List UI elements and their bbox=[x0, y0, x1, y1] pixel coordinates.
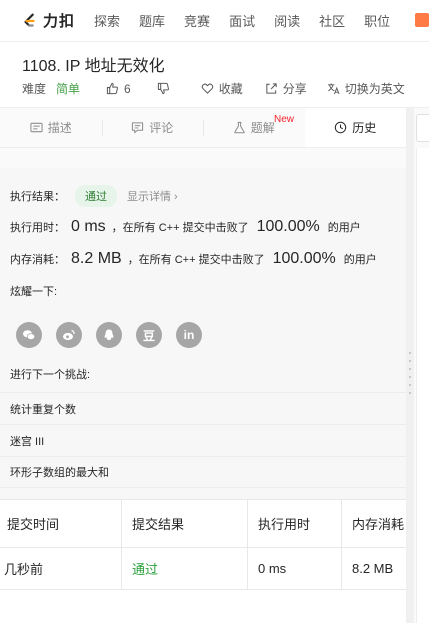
problem-tabs: 描述 评论 题解 New 历史 bbox=[0, 108, 406, 148]
nav-item-jobs[interactable]: 职位 bbox=[364, 11, 390, 30]
tab-comments-label: 评论 bbox=[149, 121, 174, 135]
nav-item-problems[interactable]: 题库 bbox=[139, 11, 165, 30]
share-icons: 豆 in bbox=[16, 322, 216, 348]
tab-description[interactable]: 描述 bbox=[0, 108, 102, 147]
row-submit-result[interactable]: 通过 bbox=[122, 548, 248, 589]
result-status-row: 执行结果： 通过 显示详情 › bbox=[10, 185, 178, 207]
tab-comments[interactable]: 评论 bbox=[101, 108, 204, 147]
share-button[interactable]: 分享 bbox=[265, 80, 307, 97]
weibo-glyph bbox=[63, 329, 75, 341]
nav-item-explore[interactable]: 探索 bbox=[94, 11, 120, 30]
splitter-handle[interactable] bbox=[409, 352, 411, 400]
douban-glyph: 豆 bbox=[142, 328, 155, 343]
share-label: 分享 bbox=[282, 82, 307, 96]
runtime-row: 执行用时： 0 ms ，在所有 C++ 提交中击败了 100.00% 的用户 bbox=[10, 218, 361, 236]
new-badge: New bbox=[274, 114, 295, 125]
runtime-value: 0 ms bbox=[71, 218, 106, 235]
leetcode-logo-icon bbox=[24, 13, 35, 27]
tab-solutions-label: 题解 bbox=[250, 121, 275, 135]
table-row[interactable]: 几秒前 通过 0 ms 8.2 MB bbox=[0, 548, 406, 590]
header-memory: 内存消耗 bbox=[352, 517, 405, 532]
comment-icon bbox=[132, 122, 144, 134]
difficulty-value: 简单 bbox=[56, 82, 81, 96]
row-runtime: 0 ms bbox=[248, 548, 342, 589]
thumbs-up-icon bbox=[106, 82, 119, 95]
problem-meta: 难度 简单 6 收藏 分享 切换为英文 bbox=[22, 80, 405, 97]
nav-item-contest[interactable]: 竞赛 bbox=[184, 11, 210, 30]
header-runtime: 执行用时 bbox=[248, 500, 342, 547]
row-submit-time: 几秒前 bbox=[0, 548, 122, 589]
runtime-text: ，在所有 C++ 提交中击败了 bbox=[111, 222, 249, 234]
weibo-icon[interactable] bbox=[56, 322, 82, 348]
nav-item-reading[interactable]: 阅读 bbox=[274, 11, 300, 30]
tab-description-label: 描述 bbox=[47, 121, 72, 135]
share-icon bbox=[266, 83, 277, 94]
flask-icon bbox=[234, 121, 245, 134]
wechat-glyph bbox=[23, 330, 36, 341]
brand-name: 力扣 bbox=[43, 13, 76, 30]
table-header: 提交时间 提交结果 执行用时 内存消耗 bbox=[0, 500, 406, 548]
memory-percent: 100.00% bbox=[272, 250, 336, 267]
next-challenge-label: 进行下一个挑战: bbox=[10, 369, 91, 381]
dislike-button[interactable] bbox=[157, 82, 175, 95]
description-icon bbox=[30, 122, 43, 133]
runtime-label: 执行用时： bbox=[10, 222, 65, 234]
memory-text: ，在所有 C++ 提交中击败了 bbox=[127, 254, 265, 266]
clock-icon bbox=[335, 121, 347, 134]
memory-row: 内存消耗： 8.2 MB ，在所有 C++ 提交中击败了 100.00% 的用户 bbox=[10, 250, 377, 268]
translate-icon bbox=[327, 83, 340, 95]
memory-value: 8.2 MB bbox=[71, 250, 122, 267]
next-challenge-item[interactable]: 环形子数组的最大和 bbox=[0, 456, 406, 488]
favorite-label: 收藏 bbox=[218, 82, 243, 96]
problem-title: 1108. IP 地址无效化 bbox=[22, 58, 165, 75]
header-submit-result: 提交结果 bbox=[122, 500, 248, 547]
runtime-suffix: 的用户 bbox=[327, 222, 361, 234]
difficulty-label: 难度 bbox=[22, 82, 47, 96]
heart-icon bbox=[201, 83, 213, 94]
code-editor[interactable] bbox=[416, 148, 429, 623]
share-label: 炫耀一下: bbox=[10, 286, 58, 298]
like-button[interactable]: 6 bbox=[106, 82, 131, 96]
nav-item-community[interactable]: 社区 bbox=[319, 11, 345, 30]
qq-icon[interactable] bbox=[96, 322, 122, 348]
wechat-icon[interactable] bbox=[16, 322, 42, 348]
qq-glyph bbox=[104, 329, 114, 340]
nav-item-interview[interactable]: 面试 bbox=[229, 11, 255, 30]
status-badge: 通过 bbox=[75, 185, 117, 207]
tab-solutions[interactable]: 题解 New bbox=[203, 108, 305, 147]
runtime-percent: 100.00% bbox=[256, 218, 320, 235]
tab-history-label: 历史 bbox=[352, 121, 377, 135]
problem-header: 1108. IP 地址无效化 难度 简单 6 收藏 分享 切换为英文 bbox=[0, 42, 429, 108]
leetcode-logo[interactable]: 力扣 bbox=[21, 10, 75, 31]
top-nav: 力扣 探索 题库 竞赛 面试 阅读 社区 职位 bbox=[0, 0, 429, 42]
tab-history[interactable]: 历史 bbox=[304, 108, 406, 147]
linkedin-glyph: in bbox=[183, 328, 195, 342]
switch-language-label: 切换为英文 bbox=[344, 82, 405, 96]
store-icon[interactable] bbox=[415, 13, 429, 27]
submissions-table: 提交时间 提交结果 执行用时 内存消耗 几秒前 通过 0 ms 8.2 MB bbox=[0, 499, 406, 623]
row-memory: 8.2 MB bbox=[352, 561, 394, 576]
thumbs-down-icon bbox=[157, 82, 169, 95]
memory-label: 内存消耗： bbox=[10, 254, 65, 266]
show-details-link[interactable]: 显示详情 › bbox=[127, 188, 178, 204]
linkedin-icon[interactable]: in bbox=[176, 322, 202, 348]
header-submit-time: 提交时间 bbox=[0, 500, 122, 547]
like-count: 6 bbox=[124, 81, 131, 96]
language-select[interactable] bbox=[416, 114, 429, 142]
memory-suffix: 的用户 bbox=[343, 254, 377, 266]
douban-icon[interactable]: 豆 bbox=[136, 322, 162, 348]
favorite-button[interactable]: 收藏 bbox=[201, 80, 243, 97]
result-status-label: 执行结果： bbox=[10, 191, 65, 203]
switch-language-button[interactable]: 切换为英文 bbox=[327, 80, 405, 97]
next-challenge-item[interactable]: 统计重复个数 bbox=[0, 392, 406, 424]
next-challenge-item[interactable]: 迷宫 III bbox=[0, 424, 406, 456]
